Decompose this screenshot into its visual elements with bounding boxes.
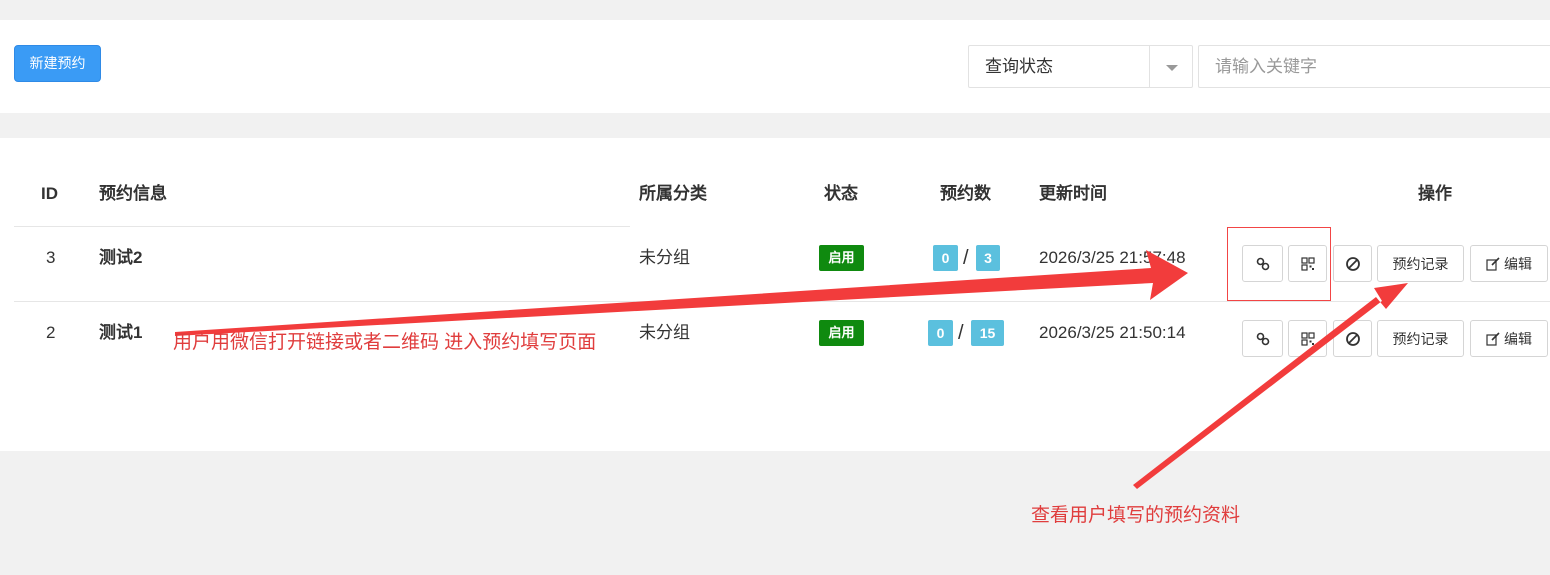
annotation-records: 查看用户填写的预约资料 [1031, 505, 1241, 526]
link-icon [1256, 332, 1269, 345]
row-id: 2 [46, 323, 56, 342]
status-badge: 启用 [819, 320, 864, 346]
ban-icon [1345, 256, 1360, 271]
header-id: ID [41, 184, 58, 203]
row-category: 未分组 [639, 323, 690, 342]
header-divider [14, 226, 630, 227]
select-divider [1149, 46, 1150, 87]
booked-count-badge: 0 [928, 320, 953, 346]
highlight-rectangle [1227, 227, 1331, 301]
qrcode-button[interactable] [1288, 320, 1327, 357]
chevron-down-icon[interactable] [1166, 65, 1178, 71]
row-name[interactable]: 测试2 [99, 247, 142, 269]
toolbar: 新建预约 查询状态 [0, 20, 1550, 113]
row-id: 3 [46, 248, 56, 267]
annotation-link-qr: 用户用微信打开链接或者二维码 进入预约填写页面 [173, 332, 597, 353]
disable-button[interactable] [1333, 245, 1372, 282]
total-count-badge: 3 [976, 245, 1000, 271]
records-label: 预约记录 [1392, 330, 1449, 347]
edit-icon [1486, 256, 1500, 271]
records-button[interactable]: 预约记录 [1377, 320, 1464, 357]
edit-icon [1486, 331, 1500, 346]
booked-count-badge: 0 [933, 245, 958, 271]
records-label: 预约记录 [1392, 255, 1449, 272]
status-badge: 启用 [819, 245, 864, 271]
header-updated: 更新时间 [1039, 184, 1107, 203]
row-updated: 2026/3/25 21:50:14 [1039, 323, 1186, 342]
row-updated: 2026/3/25 21:57:48 [1039, 248, 1186, 267]
status-select-value: 查询状态 [985, 57, 1053, 76]
header-status: 状态 [824, 184, 858, 203]
edit-button[interactable]: 编辑 [1470, 320, 1548, 357]
search-input[interactable] [1198, 45, 1550, 88]
edit-button[interactable]: 编辑 [1470, 245, 1548, 282]
disable-button[interactable] [1333, 320, 1372, 357]
header-count: 预约数 [940, 184, 991, 203]
header-category: 所属分类 [639, 184, 707, 203]
records-button[interactable]: 预约记录 [1377, 245, 1464, 282]
row-divider [14, 301, 1550, 302]
row-name[interactable]: 测试1 [99, 322, 142, 344]
total-count-badge: 15 [971, 320, 1004, 346]
header-info: 预约信息 [99, 184, 167, 203]
count-slash: / [958, 322, 964, 344]
row-category: 未分组 [639, 248, 690, 267]
link-button[interactable] [1242, 320, 1283, 357]
edit-label: 编辑 [1504, 330, 1532, 347]
header-actions: 操作 [1418, 184, 1452, 203]
status-select[interactable]: 查询状态 [968, 45, 1193, 88]
edit-label: 编辑 [1504, 255, 1532, 272]
new-booking-button[interactable]: 新建预约 [14, 45, 101, 82]
ban-icon [1345, 331, 1360, 346]
qrcode-icon [1300, 331, 1315, 346]
count-slash: / [963, 247, 969, 269]
